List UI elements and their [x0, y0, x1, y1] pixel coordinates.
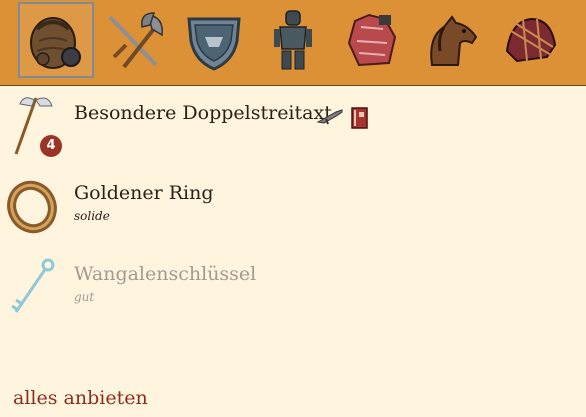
shield-icon [187, 17, 241, 71]
item-name: Besondere Doppelstreitaxt [74, 102, 332, 124]
book-icon [351, 107, 368, 129]
tab-armor[interactable] [255, 2, 331, 78]
ring-icon [6, 175, 58, 239]
horse-icon [430, 15, 478, 66]
tab-shields[interactable] [176, 2, 252, 78]
tab-horses[interactable] [413, 2, 489, 78]
item-name: Goldener Ring [74, 182, 214, 204]
key-icon [6, 256, 58, 320]
offer-all-link[interactable]: alles anbieten [13, 387, 148, 409]
count-badge: 4 [40, 135, 62, 157]
item-quality: solide [74, 209, 110, 223]
tab-bag[interactable] [18, 2, 94, 78]
bag-icon [30, 17, 81, 69]
tab-horse-barding[interactable] [492, 2, 568, 78]
item-quality: gut [74, 290, 95, 304]
horse-barding-icon [505, 17, 557, 63]
list-item: Wangalenschlüssel gut [0, 256, 586, 336]
clothing-icon [347, 13, 397, 67]
list-item[interactable]: 4 Besondere Doppelstreitaxt [0, 92, 586, 172]
tab-weapons[interactable] [97, 2, 173, 78]
category-tabbar [0, 0, 586, 86]
tab-clothing[interactable] [334, 2, 410, 78]
gun-icon [316, 109, 343, 125]
weapons-icon [108, 12, 163, 69]
armor-icon [274, 10, 312, 70]
list-item[interactable]: Goldener Ring solide [0, 175, 586, 255]
item-name: Wangalenschlüssel [74, 263, 257, 285]
item-attributes [316, 106, 370, 130]
